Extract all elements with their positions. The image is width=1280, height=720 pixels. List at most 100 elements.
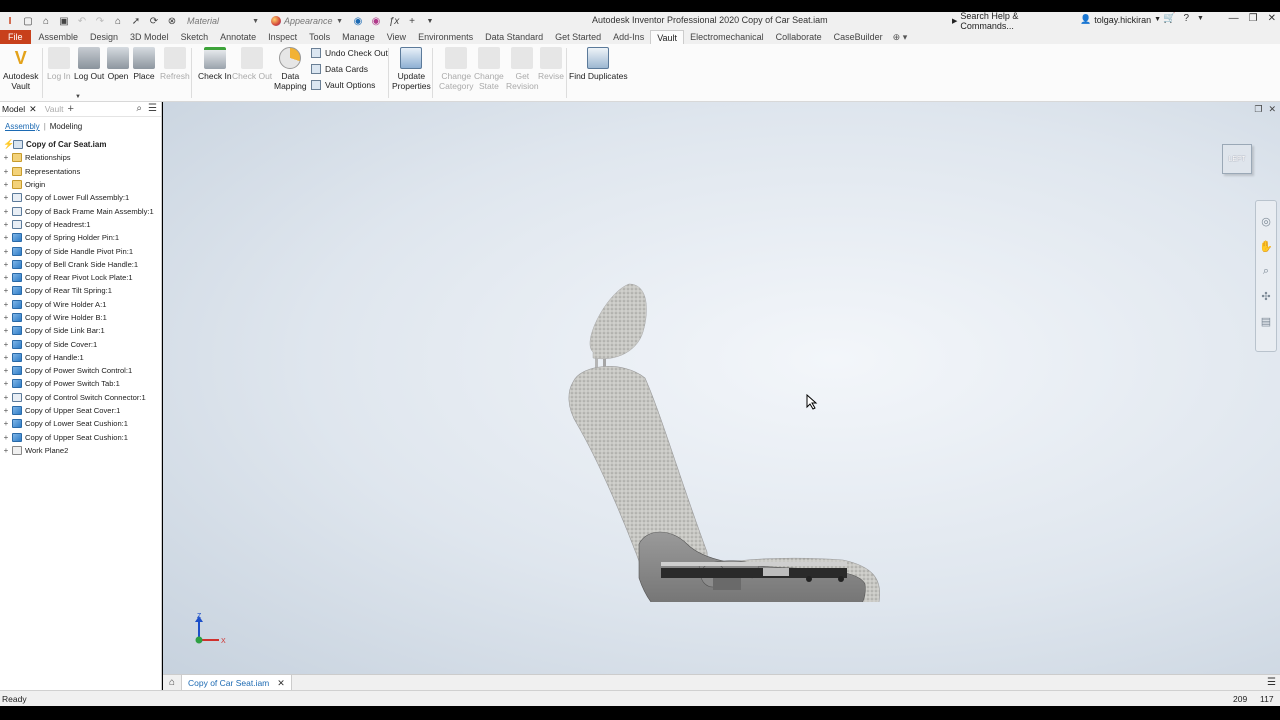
tree-item[interactable]: + Copy of Power Switch Tab:1 <box>0 377 161 390</box>
menu-icon[interactable]: ☰ <box>1267 677 1276 688</box>
help-icon[interactable]: ? <box>1183 13 1189 24</box>
tree-item[interactable]: + Copy of Bell Crank Side Handle:1 <box>0 258 161 271</box>
tree-item[interactable]: + Copy of Lower Full Assembly:1 <box>0 191 161 204</box>
appearance-dropdown[interactable]: Appearance ▼ <box>268 14 346 28</box>
redo-icon[interactable]: ↷ <box>94 15 106 27</box>
revise-button[interactable]: Revise <box>538 47 564 81</box>
panel-expand-icon[interactable]: ▼ <box>75 94 81 100</box>
look-at-icon[interactable]: ▤ <box>1261 315 1271 328</box>
tab-inspect[interactable]: Inspect <box>262 30 303 44</box>
expand-icon[interactable]: + <box>2 220 10 229</box>
expand-icon[interactable]: + <box>2 326 10 335</box>
undo-icon[interactable]: ↶ <box>76 15 88 27</box>
filter-icon[interactable]: ⚡ <box>3 139 14 150</box>
tree-item[interactable]: + Copy of Side Handle Pivot Pin:1 <box>0 244 161 257</box>
expand-icon[interactable]: + <box>2 433 10 442</box>
expand-icon[interactable]: + <box>2 286 10 295</box>
check-out-button[interactable]: Check Out <box>232 47 272 81</box>
expand-icon[interactable]: + <box>2 446 10 455</box>
restore-icon[interactable]: ❐ <box>1249 13 1258 24</box>
get-revision-button[interactable]: Get Revision <box>506 47 539 91</box>
orbit-icon[interactable]: ✣ <box>1261 290 1270 303</box>
update-properties-button[interactable]: Update Properties <box>392 47 431 91</box>
new-file-icon[interactable]: ▢ <box>22 15 34 27</box>
adjust-icon[interactable]: ◉ <box>352 15 364 27</box>
expand-icon[interactable]: + <box>2 393 10 402</box>
tree-item[interactable]: + Origin <box>0 178 161 191</box>
tab-collaborate[interactable]: Collaborate <box>770 30 828 44</box>
expand-icon[interactable]: + <box>2 313 10 322</box>
expand-icon[interactable]: + <box>2 366 10 375</box>
expand-icon[interactable]: + <box>2 379 10 388</box>
car-seat-model[interactable] <box>563 192 893 602</box>
expand-icon[interactable]: + <box>2 419 10 428</box>
help-search-input[interactable]: ▶ Search Help & Commands... <box>952 11 1072 31</box>
tree-item[interactable]: + Copy of Upper Seat Cover:1 <box>0 404 161 417</box>
tab-vault[interactable]: Vault <box>45 104 64 114</box>
subtab-modeling[interactable]: Modeling <box>50 122 82 131</box>
check-in-button[interactable]: Check In <box>198 47 232 81</box>
clear-appearance-icon[interactable]: ◉ <box>370 15 382 27</box>
expand-icon[interactable]: + <box>2 300 10 309</box>
autodesk-vault-button[interactable]: V Autodesk Vault <box>3 47 38 91</box>
graphics-viewport[interactable]: ❐ ✕ LEFT ◎ ✋ ⌕ ✣ ▤ Z X <box>163 102 1280 674</box>
tab-add-ins[interactable]: Add-Ins <box>607 30 650 44</box>
tree-item[interactable]: + Copy of Wire Holder A:1 <box>0 298 161 311</box>
place-button[interactable]: Place <box>133 47 155 81</box>
tab-view[interactable]: View <box>381 30 412 44</box>
tree-item[interactable]: + Copy of Handle:1 <box>0 351 161 364</box>
tab-design[interactable]: Design <box>84 30 124 44</box>
material-dropdown[interactable]: Material ▼ <box>184 14 262 28</box>
data-mapping-button[interactable]: Data Mapping <box>274 47 307 91</box>
tree-item[interactable]: + Relationships <box>0 151 161 164</box>
tab-data-standard[interactable]: Data Standard <box>479 30 549 44</box>
expand-icon[interactable]: + <box>2 260 10 269</box>
tree-item[interactable]: + Copy of Headrest:1 <box>0 218 161 231</box>
expand-icon[interactable]: + <box>2 153 10 162</box>
document-tab[interactable]: Copy of Car Seat.iam ✕ <box>181 674 292 691</box>
tree-item[interactable]: + Representations <box>0 165 161 178</box>
zoom-icon[interactable]: ⌕ <box>1263 265 1269 278</box>
vault-options-button[interactable]: Vault Options <box>311 80 375 90</box>
chevron-down-icon[interactable]: ▼ <box>1197 15 1204 22</box>
expand-icon[interactable]: + <box>2 167 10 176</box>
user-account[interactable]: 👤 tolgay.hickiran ▼ <box>1080 14 1161 25</box>
tab-electromechanical[interactable]: Electromechanical <box>684 30 770 44</box>
inventor-logo-icon[interactable]: I <box>4 15 16 27</box>
expand-icon[interactable]: + <box>2 233 10 242</box>
ribbon-options-icon[interactable]: ⊕ ▾ <box>893 32 908 43</box>
save-icon[interactable]: ▣ <box>58 15 70 27</box>
tab-3d-model[interactable]: 3D Model <box>124 30 175 44</box>
tab-annotate[interactable]: Annotate <box>214 30 262 44</box>
tree-item[interactable]: + Copy of Side Cover:1 <box>0 337 161 350</box>
tree-item[interactable]: + Copy of Control Switch Connector:1 <box>0 391 161 404</box>
search-icon[interactable]: ⌕ <box>136 103 142 114</box>
tab-get-started[interactable]: Get Started <box>549 30 607 44</box>
customize-dropdown-icon[interactable]: ▼ <box>424 15 436 27</box>
data-cards-button[interactable]: Data Cards <box>311 64 368 74</box>
expand-icon[interactable]: + <box>2 207 10 216</box>
tab-vault[interactable]: Vault <box>650 30 685 44</box>
close-icon[interactable]: ✕ <box>29 104 37 115</box>
tree-item[interactable]: + Copy of Lower Seat Cushion:1 <box>0 417 161 430</box>
expand-icon[interactable]: + <box>2 193 10 202</box>
tab-sketch[interactable]: Sketch <box>175 30 215 44</box>
log-in-button[interactable]: Log In <box>47 47 71 81</box>
close-icon[interactable]: ✕ <box>1268 104 1276 115</box>
add-tab-icon[interactable]: + <box>67 103 73 115</box>
change-category-button[interactable]: Change Category <box>439 47 474 91</box>
expand-icon[interactable]: + <box>2 353 10 362</box>
open-folder-icon[interactable]: ⌂ <box>40 15 52 27</box>
tab-environments[interactable]: Environments <box>412 30 479 44</box>
change-state-button[interactable]: Change State <box>474 47 504 91</box>
cart-icon[interactable]: 🛒 <box>1163 13 1175 24</box>
tab-casebuilder[interactable]: CaseBuilder <box>828 30 889 44</box>
tree-item[interactable]: + Copy of Side Link Bar:1 <box>0 324 161 337</box>
tab-file[interactable]: File <box>0 30 31 44</box>
refresh-button[interactable]: Refresh <box>160 47 190 81</box>
tree-item[interactable]: + Copy of Upper Seat Cushion:1 <box>0 431 161 444</box>
expand-icon[interactable]: + <box>2 247 10 256</box>
home-icon[interactable]: ⌂ <box>112 15 124 27</box>
home-icon[interactable]: ⌂ <box>163 677 181 688</box>
close-icon[interactable]: ✕ <box>1268 13 1276 24</box>
